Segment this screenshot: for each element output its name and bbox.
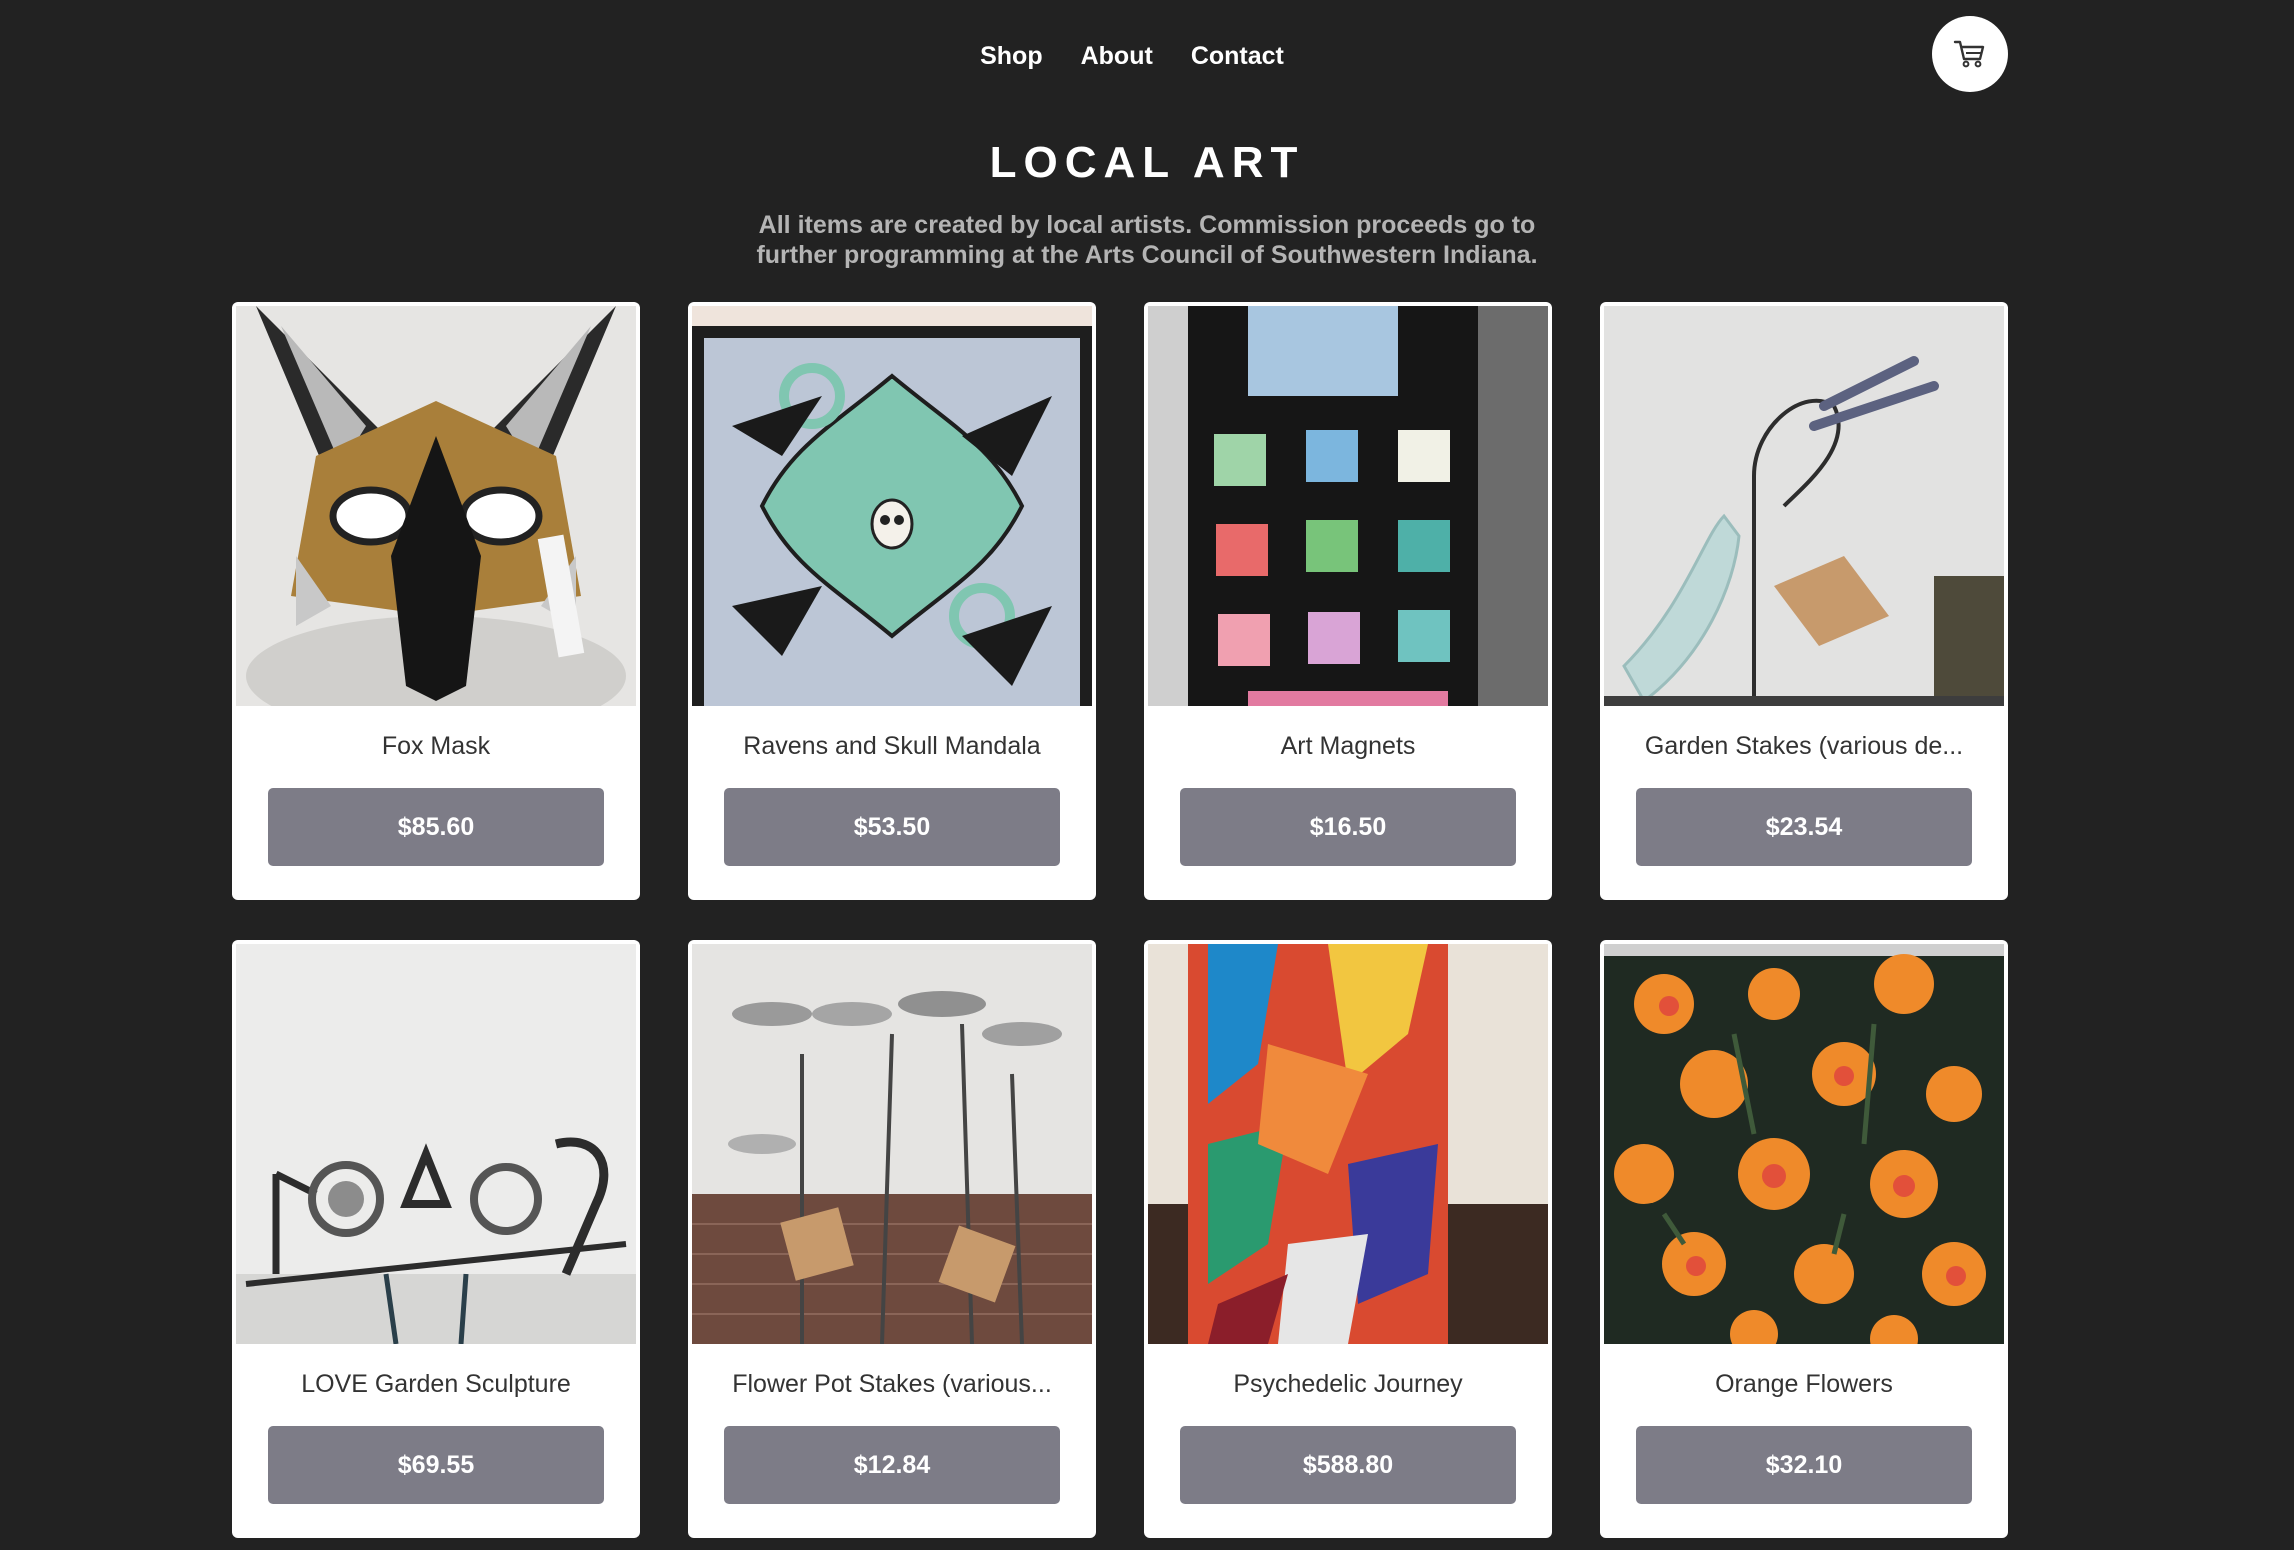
page-subtitle: All items are created by local artists. … [647,210,1647,270]
price-button[interactable]: $69.55 [268,1426,604,1504]
product-card[interactable]: Art Magnets $16.50 [1144,302,1552,900]
product-image-psychedelic-journey[interactable] [1148,944,1548,1344]
product-card[interactable]: Orange Flowers $32.10 [1600,940,2008,1538]
price-button[interactable]: $32.10 [1636,1426,1972,1504]
product-image-flower-pot-stakes[interactable] [692,944,1092,1344]
product-image-love-sculpture[interactable] [236,944,636,1344]
product-name[interactable]: Ravens and Skull Mandala [688,732,1096,761]
cart-button[interactable] [1932,16,2008,92]
product-card[interactable]: Garden Stakes (various de... $23.54 [1600,302,2008,900]
price-button[interactable]: $12.84 [724,1426,1060,1504]
product-grid: Fox Mask $85.60 Ravens and Skull Mandala [232,302,2008,1538]
price-button[interactable]: $23.54 [1636,788,1972,866]
product-name[interactable]: Art Magnets [1144,732,1552,761]
product-card[interactable]: Psychedelic Journey $588.80 [1144,940,1552,1538]
subtitle-line-1: All items are created by local artists. … [758,211,1536,239]
product-card[interactable]: Flower Pot Stakes (various... $12.84 [688,940,1096,1538]
product-card[interactable]: Ravens and Skull Mandala $53.50 [688,302,1096,900]
product-image-fox-mask[interactable] [236,306,636,706]
nav-about-link[interactable]: About [1081,38,1153,74]
product-image-orange-flowers[interactable] [1604,944,2004,1344]
product-name[interactable]: Psychedelic Journey [1144,1370,1552,1399]
product-image-art-magnets[interactable] [1148,306,1548,706]
product-name[interactable]: Orange Flowers [1600,1370,2008,1399]
nav-contact-link[interactable]: Contact [1191,38,1284,74]
product-card[interactable]: Fox Mask $85.60 [232,302,640,900]
product-image-ravens-mandala[interactable] [692,306,1092,706]
page-title: LOCAL ART [989,138,1305,187]
product-name[interactable]: Flower Pot Stakes (various... [688,1370,1096,1399]
price-button[interactable]: $16.50 [1180,788,1516,866]
product-name[interactable]: LOVE Garden Sculpture [232,1370,640,1399]
product-name[interactable]: Fox Mask [232,732,640,761]
price-button[interactable]: $85.60 [268,788,604,866]
product-name[interactable]: Garden Stakes (various de... [1600,732,2008,761]
price-button[interactable]: $588.80 [1180,1426,1516,1504]
cart-icon [1953,40,1985,68]
subtitle-line-2: further programming at the Arts Council … [756,241,1538,269]
nav-shop-link[interactable]: Shop [980,38,1043,74]
product-card[interactable]: LOVE Garden Sculpture $69.55 [232,940,640,1538]
product-image-garden-stakes[interactable] [1604,306,2004,706]
price-button[interactable]: $53.50 [724,788,1060,866]
